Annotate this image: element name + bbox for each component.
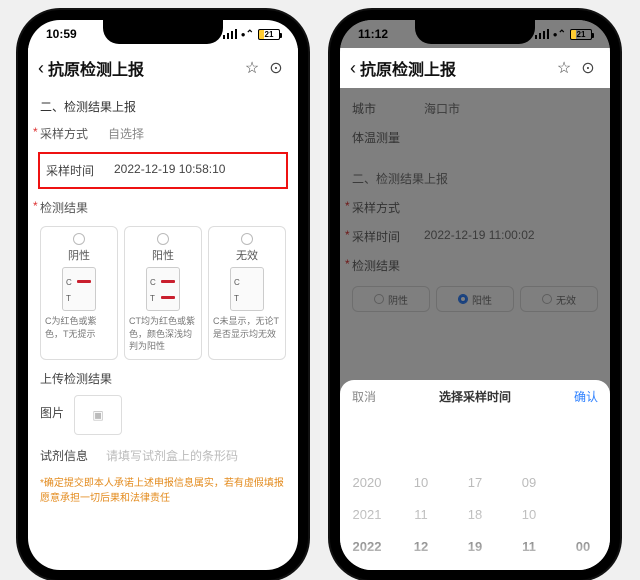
battery-icon: 21 xyxy=(570,29,592,40)
option-name: 无效 xyxy=(236,247,258,263)
camera-icon: ▣ xyxy=(92,408,103,422)
upload-label: 上传检测结果 xyxy=(40,370,286,387)
phone-right: 11:12 ⌃ 21 ‹ 抗原检测上报 ☆ ⊙ 城市海口市 体温测量 二、检测结… xyxy=(330,10,620,580)
section-2-heading: 二、检测结果上报 xyxy=(40,98,286,115)
upload-hint: 图片 xyxy=(40,404,64,421)
more-icon[interactable]: ⊙ xyxy=(576,58,600,78)
option-desc: C未显示，无论T是否显示均无效 xyxy=(213,315,281,340)
content-left: 二、检测结果上报 采样方式 自选择 采样时间 2022-12-19 10:58:… xyxy=(28,88,298,570)
back-icon[interactable]: ‹ xyxy=(38,58,44,79)
star-icon[interactable]: ☆ xyxy=(552,58,576,78)
page-title: 抗原检测上报 xyxy=(360,56,552,80)
sample-time-value: 2022-12-19 10:58:10 xyxy=(114,162,225,179)
test-strip-positive: CT xyxy=(146,267,180,311)
picker-body[interactable]: 20202021202210111217181909101100 xyxy=(340,413,610,570)
star-icon[interactable]: ☆ xyxy=(240,58,264,78)
picker-confirm[interactable]: 确认 xyxy=(574,388,598,405)
battery-icon: 21 xyxy=(258,29,280,40)
page-title: 抗原检测上报 xyxy=(48,56,240,80)
row-result: 检测结果 xyxy=(40,199,286,216)
wifi-icon: ⌃ xyxy=(241,29,254,40)
disclaimer-text: *确定提交即本人承诺上述申报信息属实，若有虚假填报愿意承担一切后果和法律责任 xyxy=(40,476,286,506)
picker-cancel[interactable]: 取消 xyxy=(352,388,376,405)
phone-left: 10:59 ⌃ 21 ‹ 抗原检测上报 ☆ ⊙ 二、检测结果上报 采样方式 自选… xyxy=(18,10,308,580)
sample-time-label: 采样时间 xyxy=(46,162,96,179)
row-sample-method[interactable]: 采样方式 自选择 xyxy=(40,125,286,142)
sample-method-value: 自选择 xyxy=(108,125,286,142)
nav-bar: ‹ 抗原检测上报 ☆ ⊙ xyxy=(28,48,298,88)
test-strip-invalid: CT xyxy=(230,267,264,311)
signal-icon xyxy=(535,29,549,39)
radio-icon xyxy=(157,233,169,245)
radio-icon xyxy=(241,233,253,245)
kit-label: 试剂信息 xyxy=(40,447,88,464)
option-desc: C为红色或紫色，T无提示 xyxy=(45,315,113,340)
sample-time-highlight[interactable]: 采样时间 2022-12-19 10:58:10 xyxy=(38,152,288,189)
option-name: 阳性 xyxy=(152,247,174,263)
screen-left: 10:59 ⌃ 21 ‹ 抗原检测上报 ☆ ⊙ 二、检测结果上报 采样方式 自选… xyxy=(28,20,298,570)
kit-placeholder: 请填写试剂盒上的条形码 xyxy=(106,447,286,464)
row-upload: 上传检测结果 图片 ▣ xyxy=(40,370,286,435)
option-positive[interactable]: 阳性 CT CT均为红色或紫色，颜色深浅均判为阳性 xyxy=(124,226,202,360)
more-icon[interactable]: ⊙ xyxy=(264,58,288,78)
result-label: 检测结果 xyxy=(40,199,90,216)
signal-icon xyxy=(223,29,237,39)
radio-icon xyxy=(73,233,85,245)
screen-right: 11:12 ⌃ 21 ‹ 抗原检测上报 ☆ ⊙ 城市海口市 体温测量 二、检测结… xyxy=(340,20,610,570)
status-time: 10:59 xyxy=(46,27,77,41)
result-options: 阴性 CT C为红色或紫色，T无提示 阳性 CT xyxy=(40,226,286,360)
picker-title: 选择采样时间 xyxy=(439,388,511,405)
row-kit[interactable]: 试剂信息 请填写试剂盒上的条形码 xyxy=(40,447,286,464)
option-desc: CT均为红色或紫色，颜色深浅均判为阳性 xyxy=(129,315,197,353)
datetime-picker-sheet: 取消 选择采样时间 确认 202020212022101112171819091… xyxy=(340,380,610,570)
status-time: 11:12 xyxy=(358,27,388,41)
sheet-header: 取消 选择采样时间 确认 xyxy=(340,380,610,413)
test-strip-negative: CT xyxy=(62,267,96,311)
upload-box[interactable]: ▣ xyxy=(74,395,122,435)
notch xyxy=(103,20,223,44)
wifi-icon: ⌃ xyxy=(553,29,566,40)
nav-bar: ‹ 抗原检测上报 ☆ ⊙ xyxy=(340,48,610,88)
option-name: 阴性 xyxy=(68,247,90,263)
option-invalid[interactable]: 无效 CT C未显示，无论T是否显示均无效 xyxy=(208,226,286,360)
sample-method-label: 采样方式 xyxy=(40,125,90,142)
notch xyxy=(415,20,535,44)
back-icon[interactable]: ‹ xyxy=(350,58,356,79)
option-negative[interactable]: 阴性 CT C为红色或紫色，T无提示 xyxy=(40,226,118,360)
